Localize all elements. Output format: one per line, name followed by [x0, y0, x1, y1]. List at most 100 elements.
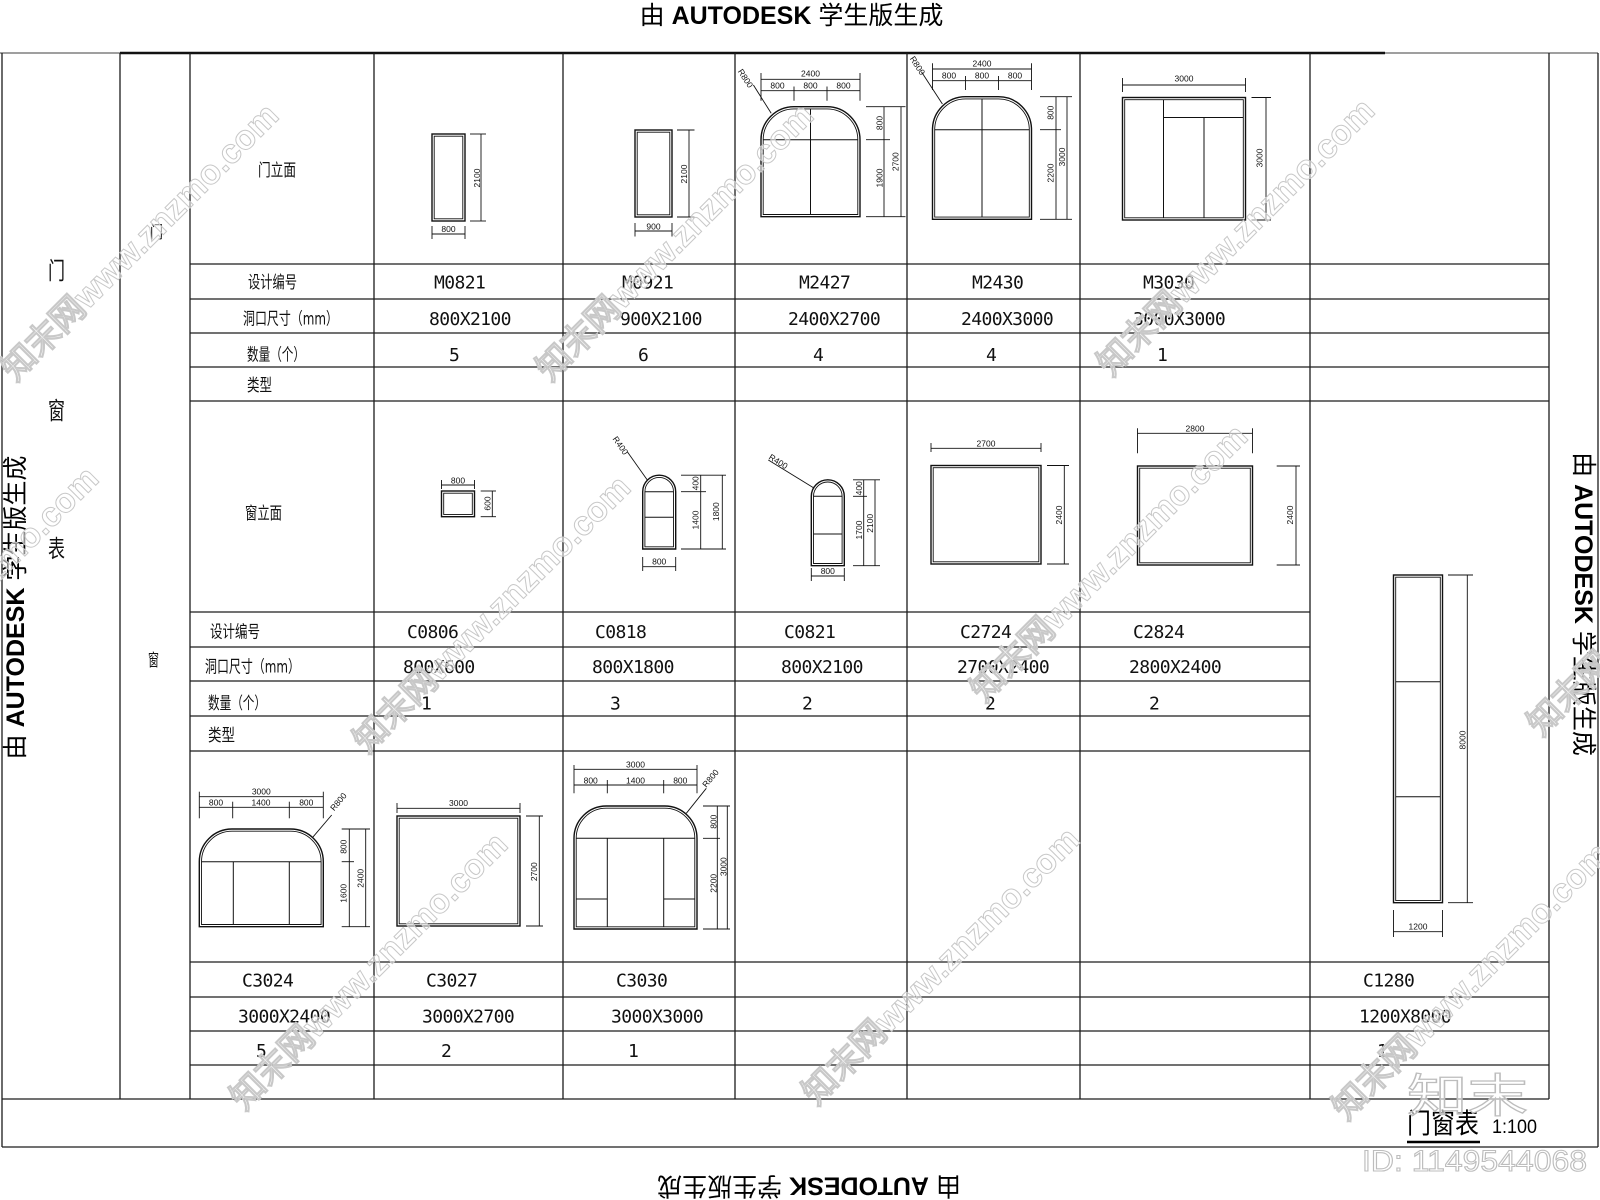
dimension-label: 1200	[1409, 922, 1428, 932]
dimension-label: 800	[441, 224, 455, 234]
dimension-label: 1600	[338, 884, 348, 903]
dimension-label: 800	[975, 71, 989, 81]
window-size: 800X1800	[592, 657, 674, 678]
stamp-prefix: 由	[640, 2, 665, 30]
dimension-label: 8000	[1458, 730, 1468, 749]
stamp-brand: AUTODESK	[1569, 484, 1597, 624]
window-code: C3030	[616, 971, 667, 992]
dimension-label: 3000	[719, 857, 729, 876]
row-label-quantity: 数量（个）	[247, 346, 305, 366]
dimension-label: 2800	[1186, 424, 1205, 434]
side-title-char: 窗	[48, 397, 65, 425]
dimension-label: 400	[691, 476, 701, 490]
section-label-window: 窗	[148, 651, 159, 671]
window-code: C3027	[426, 971, 477, 992]
row-label-size: 洞口尺寸（mm）	[243, 310, 338, 330]
stamp-suffix: 学生版生成	[657, 1172, 782, 1200]
dimension-label: 800	[299, 798, 313, 808]
dimension-label: 800	[338, 839, 348, 853]
dimension-label: 800	[451, 476, 465, 486]
dimension-label: 800	[1046, 105, 1056, 119]
dimension-label: 1900	[875, 168, 885, 187]
stamp-brand: AUTODESK	[2, 588, 30, 728]
door-quantity: 4	[986, 345, 996, 366]
window-quantity: 1	[628, 1041, 638, 1062]
window-quantity: 1	[421, 694, 431, 715]
dimension-label: 2100	[865, 514, 875, 533]
drawing-title: 门窗表	[1407, 1107, 1479, 1140]
row-label-code: 设计编号	[210, 623, 260, 643]
window-size: 2700X2400	[957, 657, 1049, 678]
stamp-suffix: 学生版生成	[2, 456, 30, 581]
door-size: 2400X2700	[788, 309, 880, 330]
dimension-label: 2400	[801, 69, 820, 79]
dimension-label: 400	[854, 481, 864, 495]
door-size: 800X2100	[429, 309, 511, 330]
window-size: 1200X8000	[1359, 1007, 1451, 1028]
autodesk-stamp-bottom: 由AUTODESK学生版生成	[657, 1172, 961, 1200]
stamp-prefix: 由	[1569, 452, 1597, 477]
stamp-brand: AUTODESK	[672, 2, 812, 30]
stamp-suffix: 学生版生成	[818, 2, 943, 30]
drawing-sheet: 由 AUTODESK 学生版生成 由AUTODESK学生版生成 由AUTODESK学…	[0, 0, 1600, 1200]
dimension-label: 800	[673, 775, 687, 785]
window-code: C1280	[1363, 971, 1414, 992]
dimension-label: 1800	[711, 502, 721, 521]
dimension-label: 2400	[973, 58, 992, 68]
dimension-label: 600	[482, 496, 492, 510]
door-code: M0921	[622, 273, 673, 294]
stamp-brand: AUTODESK	[789, 1172, 929, 1200]
dimension-label: 2100	[679, 164, 689, 183]
window-size: 3000X2700	[422, 1007, 514, 1028]
window-size: 3000X3000	[611, 1007, 703, 1028]
door-code: M3030	[1143, 273, 1194, 294]
door-quantity: 6	[638, 345, 648, 366]
row-label-quantity: 数量（个）	[208, 694, 266, 714]
window-code: C0806	[407, 622, 458, 643]
dimension-label: 2700	[977, 438, 996, 448]
dimension-label: 800	[836, 81, 850, 91]
dimension-label: 800	[708, 814, 718, 828]
dimension-label: 1700	[854, 520, 864, 539]
dimension-label: 1400	[626, 775, 645, 785]
door-code: M2427	[799, 273, 850, 294]
dimension-label: 2400	[1054, 505, 1064, 524]
row-label-type: 类型	[247, 376, 272, 396]
window-code: C3024	[242, 971, 293, 992]
window-code: C2724	[960, 622, 1011, 643]
dimension-label: 800	[803, 81, 817, 91]
dimension-label: 3000	[626, 760, 645, 770]
dimension-label: 3000	[1175, 74, 1194, 84]
dimension-label: 800	[821, 566, 835, 576]
dimension-label: 3000	[1057, 147, 1067, 166]
dimension-label: 900	[646, 222, 660, 232]
door-size: 2400X3000	[961, 309, 1053, 330]
window-size: 800X2100	[781, 657, 863, 678]
dimension-label: 2200	[1046, 163, 1056, 182]
autodesk-stamp-right: 由 AUTODESK 学生版生成	[1569, 452, 1597, 756]
row-label-window-elevation: 窗立面	[245, 504, 282, 524]
row-label-door-elevation: 门立面	[258, 161, 296, 181]
door-size: 900X2100	[620, 309, 702, 330]
stamp-prefix: 由	[936, 1172, 961, 1200]
autodesk-stamp-top: 由 AUTODESK 学生版生成	[640, 2, 944, 30]
door-quantity: 4	[813, 345, 823, 366]
window-quantity: 2	[985, 694, 995, 715]
window-quantity: 2	[441, 1041, 451, 1062]
window-quantity: 5	[256, 1041, 266, 1062]
dimension-label: 1400	[252, 798, 271, 808]
door-quantity: 1	[1157, 345, 1167, 366]
dimension-label: 800	[942, 71, 956, 81]
dimension-label: 2100	[472, 168, 482, 187]
drawing-scale: 1:100	[1492, 1117, 1537, 1138]
row-label-type: 类型	[208, 726, 235, 746]
dimension-label: 3000	[252, 787, 271, 797]
window-size: 2800X2400	[1129, 657, 1221, 678]
autodesk-stamp-left: 由 AUTODESK 学生版生成	[2, 456, 30, 760]
stamp-suffix: 学生版生成	[1569, 631, 1597, 756]
dimension-label: 800	[584, 775, 598, 785]
dimension-label: 1400	[691, 510, 701, 529]
dimension-label: 2700	[891, 152, 901, 171]
dimension-label: 3000	[449, 798, 468, 808]
dimension-label: 800	[770, 81, 784, 91]
